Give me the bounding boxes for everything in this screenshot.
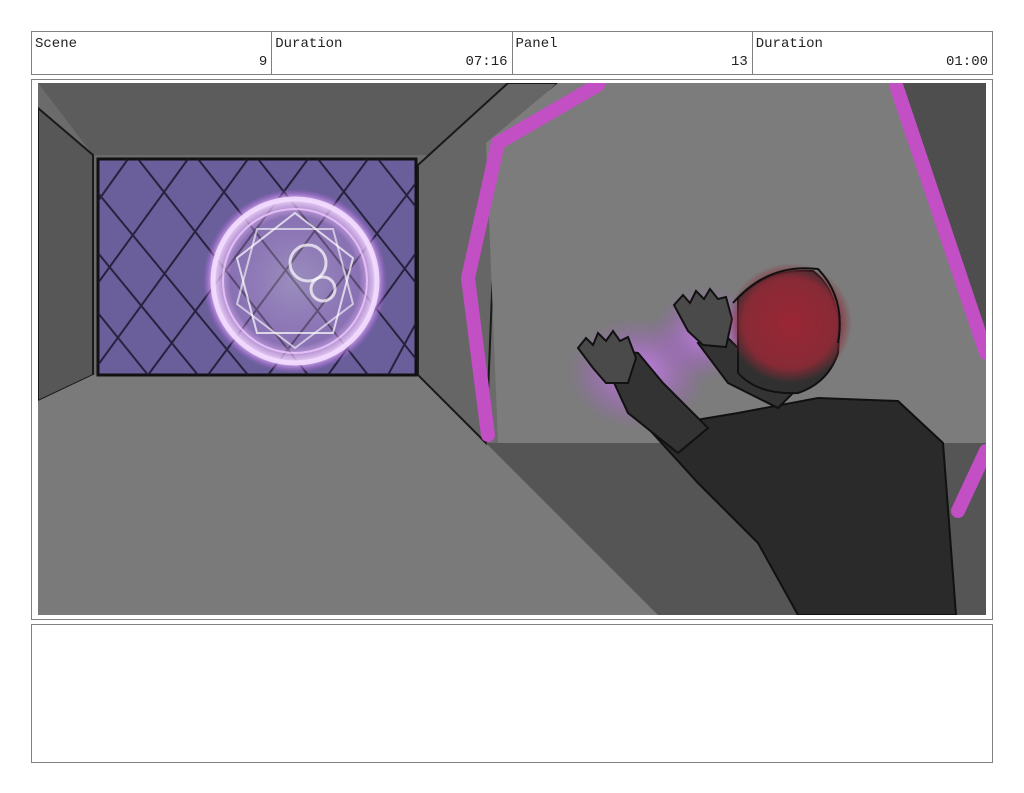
panel-duration-cell: Duration 01:00 [753,32,992,74]
panel-duration-value: 01:00 [945,54,988,70]
scene-label: Scene [35,36,78,52]
scene-cell: Scene 9 [32,32,273,74]
ceiling [38,83,508,155]
panel-value: 13 [730,54,748,70]
scene-duration-label: Duration [275,36,343,52]
panel-illustration [38,83,986,615]
storyboard-header: Scene 9 Duration 07:16 Panel 13 Duration… [31,31,993,75]
magic-orb [203,189,387,373]
scene-duration-value: 07:16 [465,54,508,70]
panel-duration-label: Duration [755,36,823,52]
notes-box[interactable] [31,624,993,763]
panel-label: Panel [515,36,558,52]
panel-cell: Panel 13 [513,32,753,74]
storyboard-panel-image [38,83,986,615]
scene-value: 9 [258,54,268,70]
left-wall [38,106,94,403]
scene-duration-cell: Duration 07:16 [272,32,513,74]
character-hair [728,263,852,383]
